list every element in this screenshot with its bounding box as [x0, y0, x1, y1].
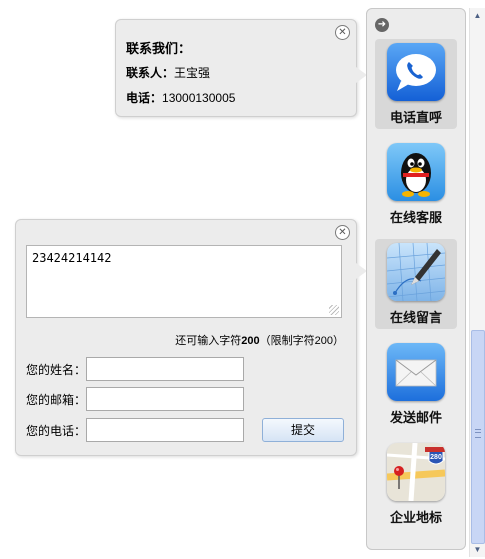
contact-sidebar: ➜ 电话直呼 在线客服 在线留言 发送邮件 280 企业地标 [366, 8, 466, 550]
contact-person-row: 联系人：王宝强 [126, 64, 210, 81]
message-text: 23424214142 [32, 251, 112, 265]
contact-popup: ✕ 联系我们： 联系人：王宝强 电话：13000130005 [115, 19, 367, 117]
phone-label: 您的电话： [26, 424, 87, 438]
close-icon[interactable]: ✕ [335, 25, 350, 40]
sidebar-item-qq[interactable]: 在线客服 [375, 139, 457, 229]
name-label: 您的姓名： [26, 363, 87, 377]
sidebar-item-map[interactable]: 280 企业地标 [375, 439, 457, 529]
char-limit-text: （限制字符200） [259, 335, 344, 347]
contact-phone-row: 电话：13000130005 [126, 89, 235, 106]
scroll-down-icon[interactable]: ▼ [471, 543, 484, 556]
sidebar-item-phone[interactable]: 电话直呼 [375, 39, 457, 129]
qq-penguin-icon [387, 143, 445, 201]
sidebar-item-mail[interactable]: 发送邮件 [375, 339, 457, 429]
char-count-number: 200 [241, 335, 260, 347]
email-input[interactable] [86, 387, 244, 411]
contact-phone-value: 13000130005 [162, 91, 236, 105]
sidebar-item-label: 发送邮件 [389, 410, 442, 425]
name-input[interactable] [86, 357, 244, 381]
close-icon[interactable]: ✕ [335, 225, 350, 240]
contact-person-name: 王宝强 [174, 66, 211, 80]
contact-phone-label: 电话： [126, 91, 163, 105]
phone-input[interactable] [86, 418, 244, 442]
map-location-icon: 280 [387, 443, 445, 501]
sidebar-item-message[interactable]: 在线留言 [375, 239, 457, 329]
pen-message-icon [387, 243, 445, 301]
contact-person-label: 联系人： [126, 66, 175, 80]
sidebar-item-label: 电话直呼 [389, 110, 442, 125]
message-textarea[interactable]: 23424214142 [26, 245, 342, 318]
contact-title: 联系我们： [126, 41, 192, 56]
resize-grip-icon[interactable] [329, 305, 339, 315]
phone-call-icon [387, 43, 445, 101]
scroll-up-icon[interactable]: ▲ [471, 9, 484, 22]
sidebar-item-label: 在线留言 [389, 310, 442, 325]
mail-envelope-icon [387, 343, 445, 401]
arrow-right-icon[interactable]: ➜ [375, 18, 389, 32]
scroll-thumb[interactable] [471, 330, 485, 544]
submit-button[interactable]: 提交 [262, 418, 344, 442]
message-popup: ✕ 23424214142 还可输入字符200（限制字符200） 您的姓名： 您… [15, 219, 367, 456]
sidebar-item-label: 企业地标 [389, 510, 442, 525]
sidebar-item-label: 在线客服 [389, 210, 442, 225]
char-count-prefix: 还可输入字符 [175, 335, 242, 347]
map-sign-text: 280 [430, 454, 442, 461]
char-count: 还可输入字符200（限制字符200） [175, 332, 344, 348]
vertical-scrollbar[interactable]: ▲ ▼ [469, 8, 485, 557]
email-label: 您的邮箱： [26, 393, 87, 407]
